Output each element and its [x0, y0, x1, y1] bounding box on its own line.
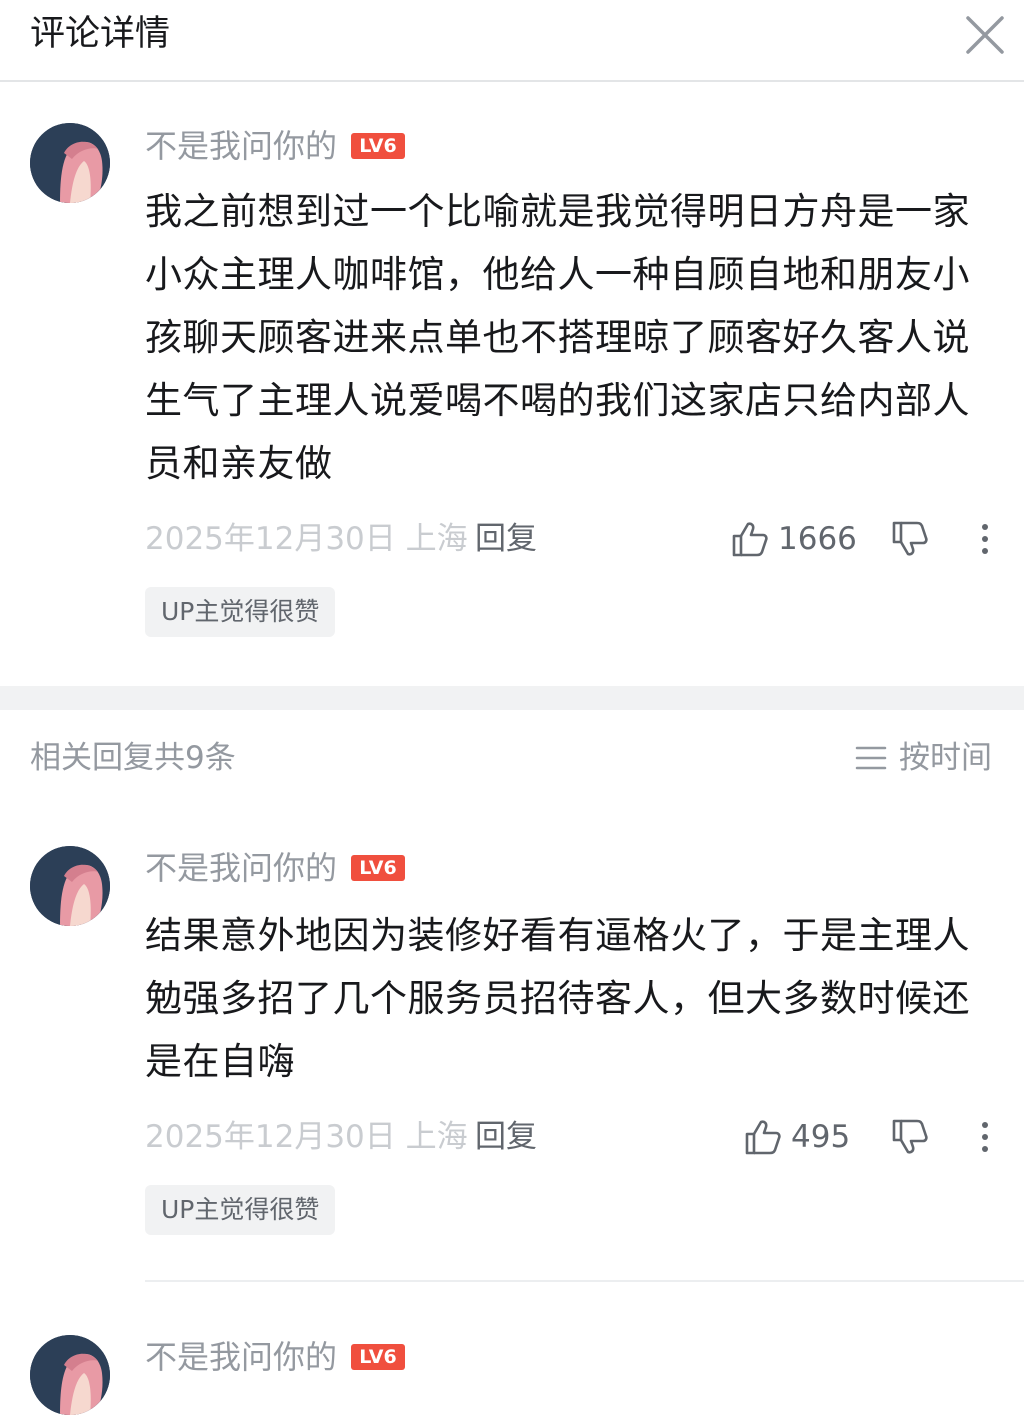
thumbs-down-icon — [892, 1119, 928, 1154]
more-options-button[interactable] — [965, 517, 1005, 561]
username-row: 不是我问你的 LV6 — [145, 126, 406, 166]
reply-button[interactable]: 回复 — [475, 517, 537, 561]
thumbs-up-icon — [732, 522, 768, 557]
reply-meta: 2025年12月30日 上海 回复 495 — [145, 1115, 1005, 1159]
reply-date-location: 2025年12月30日 上海 — [145, 1119, 468, 1155]
sort-toggle[interactable]: 按时间 — [855, 736, 992, 780]
level-badge: LV6 — [351, 1344, 406, 1370]
reply-button[interactable]: 回复 — [475, 1115, 537, 1159]
username-row: 不是我问你的 LV6 — [145, 848, 406, 888]
reply-divider — [145, 1280, 1024, 1282]
like-button[interactable]: 1666 — [730, 517, 857, 561]
more-vertical-icon — [982, 1122, 988, 1152]
avatar-image — [30, 846, 110, 926]
up-liked-tag: UP主觉得很赞 — [145, 1185, 336, 1235]
sort-lines-icon — [855, 746, 887, 770]
username[interactable]: 不是我问你的 — [145, 1337, 337, 1377]
username-row: 不是我问你的 LV6 — [145, 1337, 406, 1377]
like-count: 495 — [791, 1119, 851, 1155]
section-divider — [0, 686, 1024, 710]
page-header: 评论详情 — [0, 0, 1024, 82]
avatar[interactable] — [30, 1335, 110, 1415]
avatar[interactable] — [30, 123, 110, 203]
comment-meta: 2025年12月30日 上海 回复 1666 — [145, 517, 1005, 561]
thumbs-up-icon — [745, 1120, 781, 1155]
sort-label: 按时间 — [899, 740, 992, 776]
avatar-image — [30, 123, 110, 203]
thumbs-down-icon — [892, 521, 928, 556]
like-count: 1666 — [778, 521, 857, 557]
comment-text: 我之前想到过一个比喻就是我觉得明日方舟是一家小众主理人咖啡馆，他给人一种自顾自地… — [145, 190, 970, 485]
avatar[interactable] — [30, 846, 110, 926]
up-liked-tag: UP主觉得很赞 — [145, 587, 336, 637]
close-icon — [966, 16, 1004, 54]
more-vertical-icon — [982, 524, 988, 554]
level-badge: LV6 — [351, 855, 406, 881]
level-badge: LV6 — [351, 133, 406, 159]
reply-text: 结果意外地因为装修好看有逼格火了，于是主理人勉强多招了几个服务员招待客人，但大多… — [145, 914, 970, 1083]
close-button[interactable] — [960, 10, 1010, 60]
dislike-button[interactable] — [890, 519, 934, 559]
username[interactable]: 不是我问你的 — [145, 848, 337, 888]
page-title: 评论详情 — [30, 14, 171, 54]
avatar-image — [30, 1335, 110, 1415]
replies-count: 相关回复共9条 — [30, 740, 236, 776]
more-options-button[interactable] — [965, 1115, 1005, 1159]
comment-date-location: 2025年12月30日 上海 — [145, 521, 468, 557]
username[interactable]: 不是我问你的 — [145, 126, 337, 166]
dislike-button[interactable] — [890, 1117, 934, 1157]
replies-header: 相关回复共9条 按时间 — [0, 730, 1024, 786]
like-button[interactable]: 495 — [743, 1115, 850, 1159]
